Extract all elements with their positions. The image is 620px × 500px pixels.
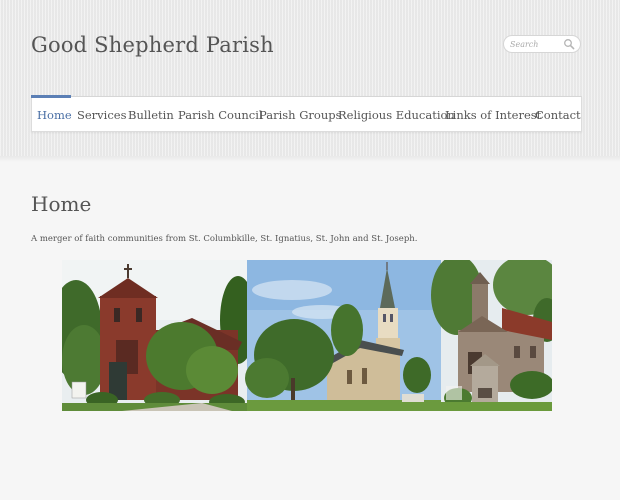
site-header <box>0 0 620 157</box>
church-photo-brick <box>62 260 256 411</box>
nav-item-links-of-interest[interactable]: Links of Interest <box>445 97 541 131</box>
church-photos-image <box>62 260 552 411</box>
search-icon[interactable] <box>563 38 575 50</box>
nav-item-religious-education[interactable]: Religious Education <box>338 97 455 131</box>
page-intro-text: A merger of faith communities from St. C… <box>31 234 418 244</box>
nav-item-contact[interactable]: Contact <box>535 97 581 131</box>
nav-item-parish-council[interactable]: Parish Council <box>178 97 263 131</box>
church-photo-stone <box>431 260 552 411</box>
church-photo-steeple <box>245 260 441 411</box>
search-input[interactable] <box>510 38 562 50</box>
nav-item-parish-groups[interactable]: Parish Groups <box>259 97 342 131</box>
nav-item-home[interactable]: Home <box>37 97 72 131</box>
main-navigation: Home Services Bulletin Parish Council Pa… <box>31 95 582 132</box>
site-title[interactable]: Good Shepherd Parish <box>31 33 274 57</box>
nav-item-services[interactable]: Services <box>77 97 127 131</box>
page-title: Home <box>31 192 92 216</box>
search-box[interactable] <box>503 35 581 53</box>
nav-item-bulletin[interactable]: Bulletin <box>128 97 174 131</box>
church-photo-strip <box>62 260 552 411</box>
header-divider <box>0 156 620 162</box>
